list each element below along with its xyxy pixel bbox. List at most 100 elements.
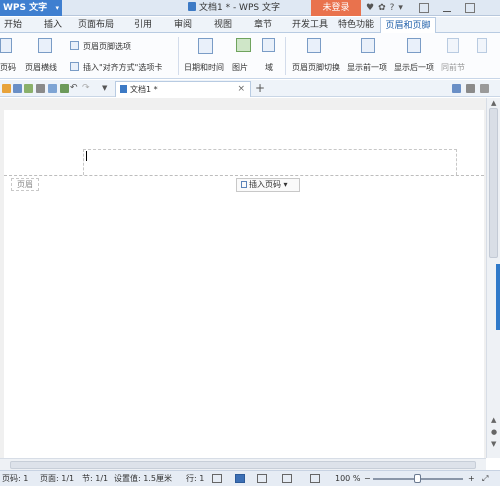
zoom-in-icon[interactable]: + [468,471,475,486]
calendar-icon[interactable] [198,38,213,54]
doc-list-icon[interactable] [466,84,475,93]
close-tab-icon[interactable]: × [237,82,245,97]
same-as-previous-icon[interactable] [447,38,459,53]
fit-page-icon[interactable]: ⤢ [482,471,488,486]
title-icons: ♥ ✿ ? ▾ [366,0,475,16]
reading-view-icon[interactable] [310,474,320,483]
same-as-previous-button[interactable]: 同前节 [441,62,465,73]
title-bar: WPS 文字 ▾ 文档1 * - WPS 文字 未登录 ♥ ✿ ? ▾ [0,0,500,16]
new-tab-button[interactable]: + [255,80,265,96]
show-previous-icon[interactable] [361,38,375,53]
scroll-up-icon[interactable]: ▲ [491,99,496,107]
login-button[interactable]: 未登录 [311,0,361,16]
tab-view[interactable]: 视图 [208,17,238,33]
tab-references[interactable]: 引用 [128,17,158,33]
show-next-button[interactable]: 显示后一项 [394,62,434,73]
status-section: 节: 1/1 [82,474,109,483]
field-button[interactable]: 域 [265,62,273,73]
spellcheck-status-icon[interactable] [212,474,222,483]
settings-icon[interactable]: ✿ [378,3,386,13]
undo-icon[interactable]: ↶ [70,84,79,93]
vertical-scroll-thumb[interactable] [489,108,498,258]
tab-insert[interactable]: 插入 [38,17,68,33]
picture-button[interactable]: 图片 [232,62,248,73]
status-setting: 设置值: 1.5厘米 [114,474,172,483]
prev-page-icon[interactable]: ▲ [491,416,496,424]
doc-menu-icon[interactable] [480,84,489,93]
redo-icon[interactable]: ↷ [82,84,91,93]
page-view-icon[interactable] [235,474,245,483]
document-tab-label: 文档1 * [130,85,158,94]
app-name: WPS 文字 [3,3,48,13]
horizontal-scrollbar[interactable] [0,458,486,470]
page-number-icon [241,181,247,188]
status-bar: 页码: 1 页面: 1/1 节: 1/1 设置值: 1.5厘米 行: 1 100… [0,470,500,486]
picture-icon[interactable] [236,38,251,52]
document-icon [120,85,127,93]
page-number-button[interactable]: 页码 [0,62,16,73]
chevron-down-icon: ▾ [55,4,59,12]
align-tab-icon[interactable] [70,62,79,71]
header-footer-options-button[interactable]: 页眉页脚选项 [83,41,131,52]
ribbon-divider [285,37,286,75]
quick-access-toolbar: ↶ ↷ ▼ 文档1 * × + [0,80,500,97]
text-cursor [86,151,87,161]
window-title-text: 文档1 * - WPS 文字 [199,3,280,13]
status-pages: 页面: 1/1 [40,474,75,483]
ribbon-tab-bar: 开始 插入 页面布局 引用 审阅 视图 章节 开发工具 特色功能 页眉和页脚 [0,17,500,34]
app-menu-button[interactable]: WPS 文字 ▾ [0,0,62,16]
header-boundary-line [4,175,484,176]
window-title: 文档1 * - WPS 文字 [188,0,280,16]
switch-header-footer-button[interactable]: 页眉页脚切换 [292,62,340,73]
save-icon[interactable] [13,84,22,93]
show-next-icon[interactable] [407,38,421,53]
folder-icon[interactable] [2,84,11,93]
page-number-icon[interactable] [0,38,12,53]
customize-icon[interactable]: ▼ [102,84,111,93]
document-workspace: 页眉 插入页码 ▾ [0,98,486,458]
tab-header-footer[interactable]: 页眉和页脚 [380,17,436,34]
options-icon[interactable] [70,41,79,50]
tab-start[interactable]: 开始 [0,17,26,33]
restore-icon[interactable] [418,3,429,13]
tab-review[interactable]: 审阅 [168,17,198,33]
insert-align-tab-button[interactable]: 插入"对齐方式"选项卡 [83,62,162,73]
header-area[interactable] [83,149,457,175]
tab-special-features[interactable]: 特色功能 [336,17,376,33]
zoom-slider-knob[interactable] [414,474,421,483]
header-line-button[interactable]: 页眉横线 [25,62,57,73]
document-page[interactable]: 页眉 插入页码 ▾ [4,110,484,458]
insert-page-number-button[interactable]: 插入页码 ▾ [236,178,300,192]
tab-developer[interactable]: 开发工具 [290,17,330,33]
field-icon[interactable] [262,38,275,52]
show-previous-button[interactable]: 显示前一项 [347,62,387,73]
next-page-icon[interactable]: ▼ [491,440,496,448]
header-line-icon[interactable] [38,38,52,53]
document-tab[interactable]: 文档1 * × [115,81,251,97]
tab-page-layout[interactable]: 页面布局 [76,17,116,33]
ribbon-divider [178,37,179,75]
tab-sections[interactable]: 章节 [248,17,278,33]
doc-view-icon[interactable] [452,84,461,93]
more-icon[interactable] [477,38,487,53]
skin-icon[interactable]: ♥ [366,3,374,13]
print-preview-icon[interactable] [48,84,57,93]
web-view-icon[interactable] [282,474,292,483]
side-panel-toggle[interactable] [496,264,500,330]
zoom-out-icon[interactable]: − [364,471,371,486]
horizontal-scroll-thumb[interactable] [10,461,476,469]
maximize-icon[interactable] [464,3,475,13]
export-icon[interactable] [24,84,33,93]
minimize-icon[interactable] [442,10,451,12]
chevron-down-icon[interactable]: ▾ [398,3,403,13]
date-time-button[interactable]: 日期和时间 [184,62,224,73]
switch-header-footer-icon[interactable] [307,38,321,53]
document-icon [188,2,196,11]
select-browse-icon[interactable]: ● [491,428,497,436]
insert-page-number-label: 插入页码 [249,180,281,189]
zoom-level[interactable]: 100 % [335,471,360,486]
print-icon[interactable] [36,84,45,93]
spellcheck-icon[interactable] [60,84,69,93]
help-icon[interactable]: ? [390,3,395,13]
outline-view-icon[interactable] [257,474,267,483]
